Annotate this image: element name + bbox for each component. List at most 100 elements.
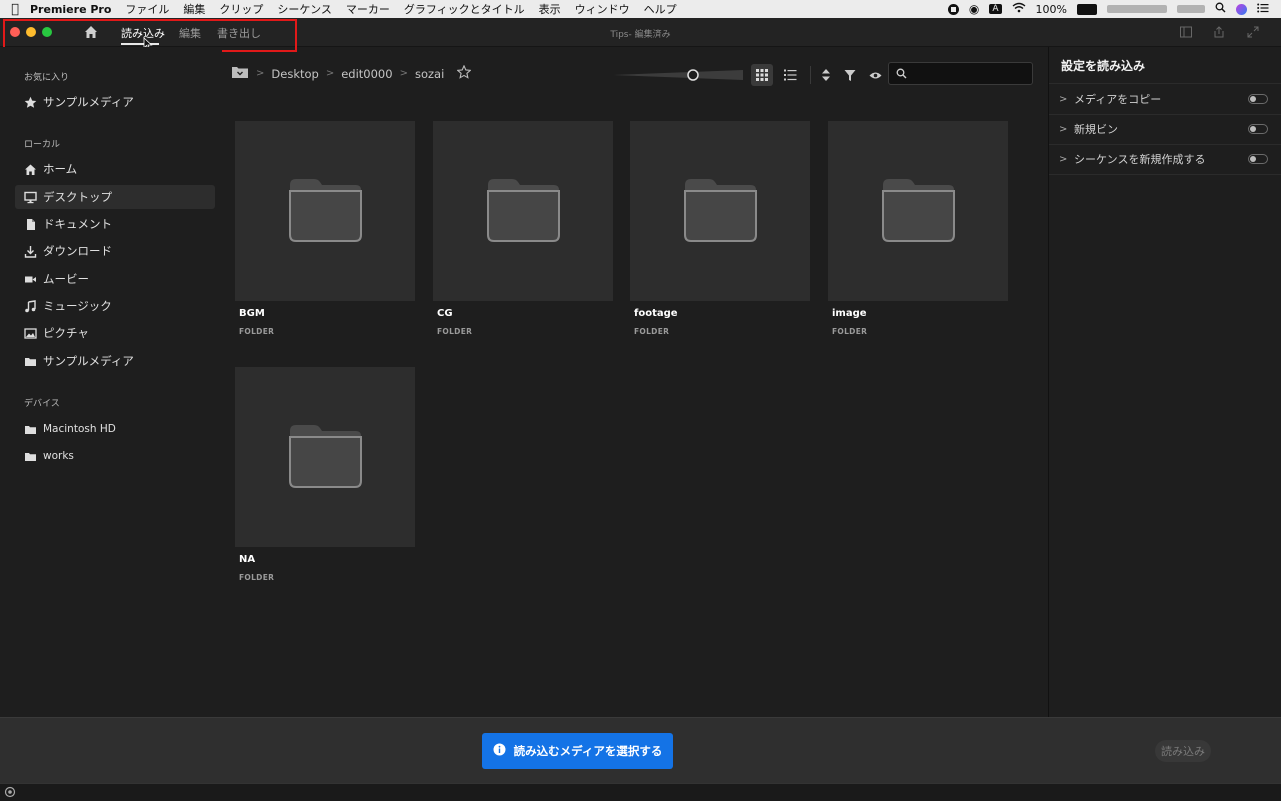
- sidebar-item-downloads[interactable]: ダウンロード: [15, 239, 215, 263]
- menu-window[interactable]: ウィンドウ: [575, 1, 630, 17]
- sidebar-item-documents[interactable]: ドキュメント: [15, 212, 215, 236]
- menu-clip[interactable]: クリップ: [219, 1, 263, 17]
- sidebar: お気に入り サンプルメディア ローカル ホーム デスクトップ ドキュメント ダウ…: [0, 47, 222, 717]
- option-create-sequence[interactable]: > シーケンスを新規作成する: [1049, 144, 1281, 175]
- chevron-right-icon[interactable]: >: [1059, 154, 1071, 165]
- sidebar-item-sample-media-favorite[interactable]: サンプルメディア: [15, 90, 215, 114]
- blurred-clock: [1177, 5, 1205, 13]
- select-media-label: 読み込むメディアを選択する: [513, 744, 663, 758]
- folder-icon: [289, 425, 362, 488]
- menu-marker[interactable]: マーカー: [346, 1, 390, 17]
- folder-card[interactable]: NA FOLDER: [235, 367, 415, 587]
- chevron-right-icon[interactable]: >: [1059, 94, 1071, 105]
- menu-file[interactable]: ファイル: [125, 1, 169, 17]
- folder-icon: [23, 422, 37, 436]
- panel-layout-icon[interactable]: [1179, 25, 1193, 39]
- folder-thumbnail: [433, 121, 613, 301]
- wifi-icon[interactable]: [1012, 2, 1026, 16]
- grid-view-icon[interactable]: [751, 64, 773, 86]
- chevron-right-icon: >: [399, 68, 408, 79]
- sidebar-item-works[interactable]: works: [15, 444, 215, 468]
- media-browser: > Desktop > edit0000 > sozai BGM FOLDER: [222, 47, 1048, 717]
- folder-card[interactable]: BGM FOLDER: [235, 121, 415, 341]
- siri-icon[interactable]: [1236, 3, 1247, 15]
- filter-icon[interactable]: [839, 64, 861, 86]
- option-new-bin[interactable]: > 新規ビン: [1049, 114, 1281, 145]
- sidebar-item-macintosh-hd[interactable]: Macintosh HD: [15, 417, 215, 441]
- search-input[interactable]: [911, 66, 1030, 83]
- folder-name: BGM: [239, 308, 265, 319]
- folder-icon: [487, 179, 560, 242]
- toolbar-divider: [810, 66, 811, 84]
- home-icon: [23, 162, 37, 176]
- section-devices: デバイス: [24, 399, 60, 409]
- share-icon[interactable]: [1212, 25, 1226, 39]
- folder-card[interactable]: footage FOLDER: [630, 121, 810, 341]
- chevron-right-icon: >: [325, 68, 335, 79]
- panel-title: 設定を読み込み: [1061, 59, 1146, 73]
- document-icon: [23, 217, 37, 231]
- menu-edit[interactable]: 編集: [183, 1, 205, 17]
- folder-icon: [23, 354, 37, 368]
- folder-type: FOLDER: [437, 327, 473, 336]
- sidebar-item-music[interactable]: ミュージック: [15, 294, 215, 318]
- create-sequence-toggle[interactable]: [1248, 154, 1268, 164]
- menu-help[interactable]: ヘルプ: [644, 1, 677, 17]
- sort-icon[interactable]: [815, 64, 837, 86]
- sidebar-item-home[interactable]: ホーム: [15, 157, 215, 181]
- sidebar-item-desktop[interactable]: デスクトップ: [15, 185, 215, 209]
- fullscreen-icon[interactable]: [1246, 25, 1260, 39]
- star-icon: [23, 95, 37, 109]
- creative-cloud-icon[interactable]: ◉: [969, 2, 979, 16]
- notification-center-icon[interactable]: [1257, 3, 1269, 16]
- breadcrumb-desktop[interactable]: Desktop: [271, 67, 318, 81]
- favorite-star-icon[interactable]: [456, 64, 472, 82]
- thumbnail-size-slider[interactable]: [613, 69, 743, 81]
- spotlight-search-icon[interactable]: [1215, 2, 1226, 16]
- picture-icon: [23, 326, 37, 340]
- apple-menu-icon[interactable]: : [0, 2, 30, 17]
- footer-bar: 読み込むメディアを選択する 読み込み: [0, 717, 1281, 783]
- new-bin-toggle[interactable]: [1248, 124, 1268, 134]
- eye-view-icon[interactable]: [864, 64, 886, 86]
- folder-type: FOLDER: [239, 327, 275, 336]
- folder-thumbnail: [828, 121, 1008, 301]
- folder-thumbnail: [630, 121, 810, 301]
- breadcrumb-edit0000[interactable]: edit0000: [341, 67, 392, 81]
- app-menu[interactable]: Premiere Pro: [30, 3, 111, 16]
- import-settings-panel: 設定を読み込み > メディアをコピー > 新規ビン > シーケンスを新規作成する: [1048, 47, 1281, 717]
- breadcrumb-sozai[interactable]: sozai: [415, 67, 444, 81]
- creative-cloud-sync-icon[interactable]: [4, 786, 16, 801]
- sidebar-item-movies[interactable]: ムービー: [15, 267, 215, 291]
- breadcrumb: > Desktop > edit0000 > sozai: [231, 64, 472, 82]
- menu-graphics-titles[interactable]: グラフィックとタイトル: [404, 1, 525, 17]
- folder-name: image: [832, 308, 867, 319]
- battery-percent: 100%: [1035, 2, 1067, 16]
- battery-icon[interactable]: [1077, 3, 1097, 15]
- blurred-status-info: [1107, 5, 1167, 13]
- folder-thumbnail: [235, 367, 415, 547]
- folder-card[interactable]: CG FOLDER: [433, 121, 613, 341]
- folder-name: NA: [239, 554, 256, 565]
- option-copy-media[interactable]: > メディアをコピー: [1049, 84, 1281, 115]
- folder-icon: [23, 449, 37, 463]
- folder-icon: [289, 179, 362, 242]
- menu-view[interactable]: 表示: [539, 1, 561, 17]
- import-button[interactable]: 読み込み: [1155, 740, 1211, 762]
- status-bar: [0, 783, 1281, 801]
- desktop-icon: [23, 190, 37, 204]
- select-media-button[interactable]: 読み込むメディアを選択する: [482, 733, 673, 769]
- chevron-right-icon[interactable]: >: [1059, 124, 1071, 135]
- search-field[interactable]: [888, 62, 1033, 85]
- list-view-icon[interactable]: [779, 64, 801, 86]
- input-source-icon[interactable]: A: [989, 4, 1002, 14]
- folder-thumbnail: [235, 121, 415, 301]
- folder-type: FOLDER: [239, 573, 275, 582]
- menu-sequence[interactable]: シーケンス: [277, 1, 331, 17]
- copy-media-toggle[interactable]: [1248, 94, 1268, 104]
- stop-record-icon[interactable]: [947, 3, 959, 15]
- sidebar-item-pictures[interactable]: ピクチャ: [15, 321, 215, 345]
- folder-card[interactable]: image FOLDER: [828, 121, 1008, 341]
- sidebar-item-sample-media[interactable]: サンプルメディア: [15, 349, 215, 373]
- folder-dropdown-icon[interactable]: [231, 65, 249, 82]
